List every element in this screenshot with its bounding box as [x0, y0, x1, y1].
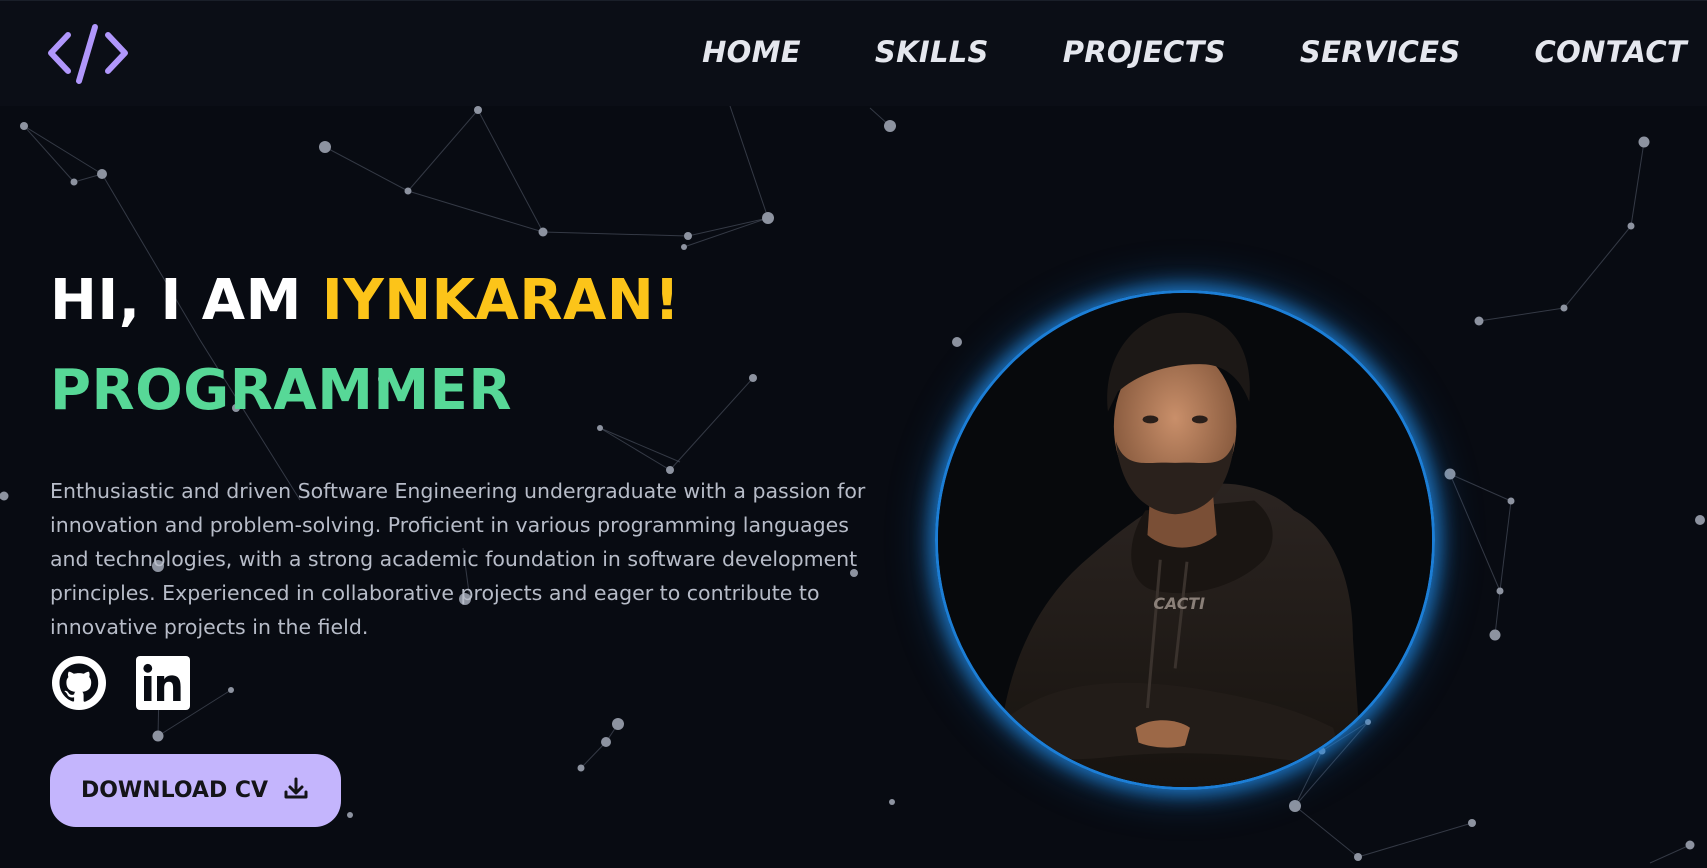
- portfolio-page: HOME SKILLS PROJECTS SERVICES CONTACT HI…: [0, 0, 1707, 868]
- navbar: HOME SKILLS PROJECTS SERVICES CONTACT: [0, 0, 1707, 106]
- social-links: [52, 656, 190, 710]
- download-icon: [282, 775, 310, 806]
- hero-intro: HI, I AM IYNKARAN! PROGRAMMER Enthusiast…: [50, 262, 900, 644]
- code-brackets-icon[interactable]: [48, 23, 128, 85]
- download-cv-label: DOWNLOAD CV: [80, 778, 269, 803]
- github-icon[interactable]: [52, 656, 106, 710]
- nav-skills[interactable]: SKILLS: [875, 35, 989, 69]
- main-nav: HOME SKILLS PROJECTS SERVICES CONTACT: [702, 35, 1687, 69]
- hero-role: PROGRAMMER: [50, 358, 513, 423]
- nav-contact[interactable]: CONTACT: [1535, 35, 1687, 69]
- hero-bio: Enthusiastic and driven Software Enginee…: [50, 479, 866, 639]
- greeting-prefix: HI, I AM: [50, 268, 322, 333]
- nav-home[interactable]: HOME: [702, 35, 801, 69]
- linkedin-icon[interactable]: [136, 656, 190, 710]
- nav-services[interactable]: SERVICES: [1300, 35, 1461, 69]
- profile-portrait: CACTI: [935, 290, 1435, 790]
- hero-greeting: HI, I AM IYNKARAN!: [50, 262, 900, 340]
- hero-name: IYNKARAN!: [321, 268, 681, 333]
- hoodie-text: CACTI: [1153, 594, 1205, 613]
- nav-projects[interactable]: PROJECTS: [1063, 35, 1226, 69]
- download-cv-button[interactable]: DOWNLOAD CV: [50, 754, 341, 827]
